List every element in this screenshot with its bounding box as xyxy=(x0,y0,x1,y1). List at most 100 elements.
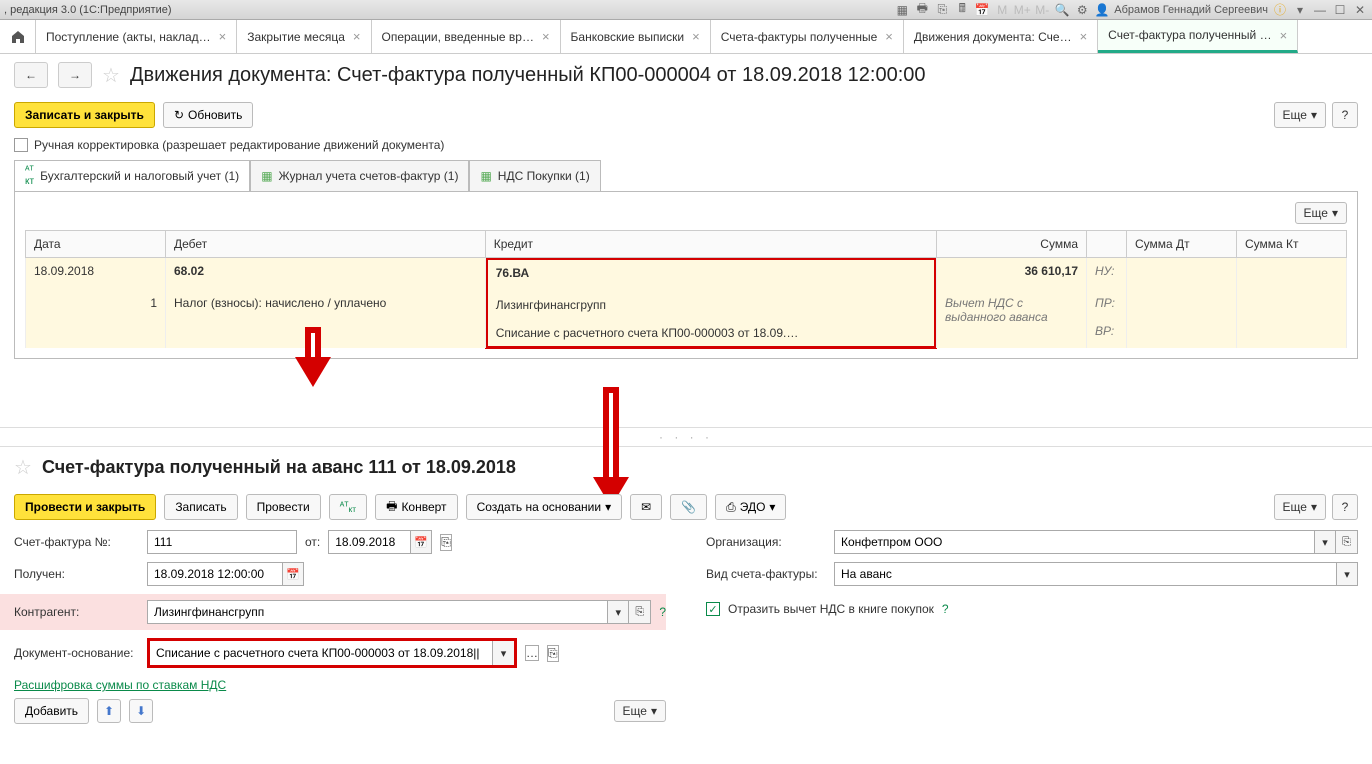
down-button[interactable]: ⬇ xyxy=(129,699,153,723)
help-button[interactable]: ? xyxy=(1332,494,1358,520)
add-button[interactable]: Добавить xyxy=(14,698,89,724)
save-close-button[interactable]: Записать и закрыть xyxy=(14,102,155,128)
dropdown-icon[interactable]: ▾ xyxy=(492,641,514,665)
post-button[interactable]: Провести xyxy=(246,494,321,520)
refresh-button[interactable]: ↻Обновить xyxy=(163,102,253,128)
home-icon xyxy=(10,29,26,45)
dropdown-icon[interactable]: ▾ xyxy=(607,600,629,624)
th-credit[interactable]: Кредит xyxy=(485,231,936,258)
tab-item[interactable]: Операции, введенные вр…× xyxy=(372,20,561,53)
th-blank[interactable] xyxy=(1087,231,1127,258)
close-icon[interactable]: × xyxy=(885,29,893,44)
mail-button[interactable]: ✉ xyxy=(630,494,662,520)
subtab-accounting[interactable]: ᴬᵀктБухгалтерский и налоговый учет (1) xyxy=(14,160,250,191)
table-row[interactable]: 18.09.2018 1 68.02 Налог (взносы): начис… xyxy=(26,258,1347,349)
tb-icon[interactable]: 📅 xyxy=(974,2,990,18)
th-sum[interactable]: Сумма xyxy=(937,231,1087,258)
close-icon[interactable]: ✕ xyxy=(1352,2,1368,18)
tab-item[interactable]: Поступление (акты, наклад…× xyxy=(36,20,237,53)
star-icon[interactable]: ☆ xyxy=(14,455,32,480)
maximize-icon[interactable]: ☐ xyxy=(1332,2,1348,18)
th-debet[interactable]: Дебет xyxy=(166,231,486,258)
received-input[interactable] xyxy=(147,562,282,586)
label-doc-basis: Документ-основание: xyxy=(14,646,139,660)
tb-icon[interactable]: 🖶 xyxy=(914,2,930,18)
more-button[interactable]: Еще ▾ xyxy=(614,700,666,722)
open-icon[interactable]: ⎘ xyxy=(629,600,651,624)
checkbox-icon xyxy=(14,138,28,152)
nav-back[interactable]: ← xyxy=(14,62,48,88)
tab-item[interactable]: Закрытие месяца× xyxy=(237,20,371,53)
th-sum-kt[interactable]: Сумма Кт xyxy=(1237,231,1347,258)
more-icon[interactable]: … xyxy=(525,645,539,661)
minimize-icon[interactable]: ▾ xyxy=(1292,2,1308,18)
dt-kt-icon: ᴬᵀкт xyxy=(340,501,356,514)
tb-icon[interactable]: M+ xyxy=(1014,2,1030,18)
more-button[interactable]: Еще ▾ xyxy=(1295,202,1347,224)
close-icon[interactable]: × xyxy=(542,29,550,44)
tb-icon[interactable]: ⎘ xyxy=(934,2,950,18)
open-icon[interactable]: ⎘ xyxy=(440,534,452,551)
tb-icon[interactable]: M xyxy=(994,2,1010,18)
sf-no-input[interactable] xyxy=(147,530,297,554)
convert-button[interactable]: 🖶Конверт xyxy=(375,494,457,520)
close-icon[interactable]: × xyxy=(1280,28,1288,43)
more-button[interactable]: Еще ▾ xyxy=(1274,494,1326,520)
star-icon[interactable]: ☆ xyxy=(102,63,120,88)
info-icon[interactable]: ⓘ xyxy=(1272,2,1288,18)
th-date[interactable]: Дата xyxy=(26,231,166,258)
close-icon[interactable]: × xyxy=(1080,29,1088,44)
dropdown-icon[interactable]: ▾ xyxy=(1314,530,1336,554)
user-name: Абрамов Геннадий Сергеевич xyxy=(1114,4,1268,16)
calendar-icon[interactable]: 📅 xyxy=(282,562,304,586)
user-icon: 👤 xyxy=(1094,2,1110,18)
settings-icon[interactable]: ⚙ xyxy=(1074,2,1090,18)
org-input[interactable] xyxy=(834,530,1314,554)
manual-correction-checkbox[interactable]: Ручная корректировка (разрешает редактир… xyxy=(14,138,1358,152)
close-icon[interactable]: × xyxy=(219,29,227,44)
more-button[interactable]: Еще ▾ xyxy=(1274,102,1326,128)
home-tab[interactable] xyxy=(0,20,36,53)
cell-credit-k2: Списание с расчетного счета КП00-000003 … xyxy=(496,326,926,340)
up-button[interactable]: ⬆ xyxy=(97,699,121,723)
open-icon[interactable]: ⎘ xyxy=(1336,530,1358,554)
kontragent-input[interactable] xyxy=(147,600,607,624)
help-icon[interactable]: ? xyxy=(942,602,949,616)
movements-table: Дата Дебет Кредит Сумма Сумма Дт Сумма К… xyxy=(25,230,1347,348)
tab-item[interactable]: Банковские выписки× xyxy=(561,20,711,53)
minimize-icon[interactable]: — xyxy=(1312,2,1328,18)
grid-icon: ▦ xyxy=(480,169,491,183)
subtab-journal[interactable]: ▦Журнал учета счетов-фактур (1) xyxy=(250,160,469,191)
tab-item[interactable]: Счета-фактуры полученные× xyxy=(711,20,904,53)
dtkt-button[interactable]: ᴬᵀкт xyxy=(329,494,367,520)
help-button[interactable]: ? xyxy=(1332,102,1358,128)
close-icon[interactable]: × xyxy=(353,29,361,44)
close-icon[interactable]: × xyxy=(692,29,700,44)
search-icon[interactable]: 🔍 xyxy=(1054,2,1070,18)
date-input[interactable] xyxy=(328,530,410,554)
subtab-nds[interactable]: ▦НДС Покупки (1) xyxy=(469,160,600,191)
sf-type-input[interactable] xyxy=(834,562,1336,586)
tab-item-active[interactable]: Счет-фактура полученный …× xyxy=(1098,20,1298,53)
label-sf-type: Вид счета-фактуры: xyxy=(706,567,826,581)
tb-icon[interactable]: ▦ xyxy=(894,2,910,18)
tb-icon[interactable]: 🖩 xyxy=(954,2,970,18)
post-close-button[interactable]: Провести и закрыть xyxy=(14,494,156,520)
titlebar-right: ▦ 🖶 ⎘ 🖩 📅 M M+ M- 🔍 ⚙ 👤 Абрамов Геннадий… xyxy=(894,2,1368,18)
label-received: Получен: xyxy=(14,567,139,581)
attach-button[interactable]: 📎 xyxy=(670,494,707,520)
tab-item[interactable]: Движения документа: Сче…× xyxy=(904,20,1098,53)
edo-button[interactable]: ⎙ЭДО ▾ xyxy=(715,494,786,520)
tb-icon[interactable]: M- xyxy=(1034,2,1050,18)
open-icon[interactable]: ⎘ xyxy=(547,645,559,662)
create-based-button[interactable]: Создать на основании ▾ xyxy=(466,494,623,520)
th-sum-dt[interactable]: Сумма Дт xyxy=(1127,231,1237,258)
calendar-icon[interactable]: 📅 xyxy=(410,530,432,554)
nds-breakdown-link[interactable]: Расшифровка суммы по ставкам НДС xyxy=(14,678,226,692)
dropdown-icon[interactable]: ▾ xyxy=(1336,562,1358,586)
reflect-checkbox[interactable]: ✓ xyxy=(706,602,720,616)
help-icon[interactable]: ? xyxy=(659,605,666,619)
save-button[interactable]: Записать xyxy=(164,494,237,520)
doc-basis-input[interactable] xyxy=(150,641,492,665)
nav-fwd[interactable]: → xyxy=(58,62,92,88)
